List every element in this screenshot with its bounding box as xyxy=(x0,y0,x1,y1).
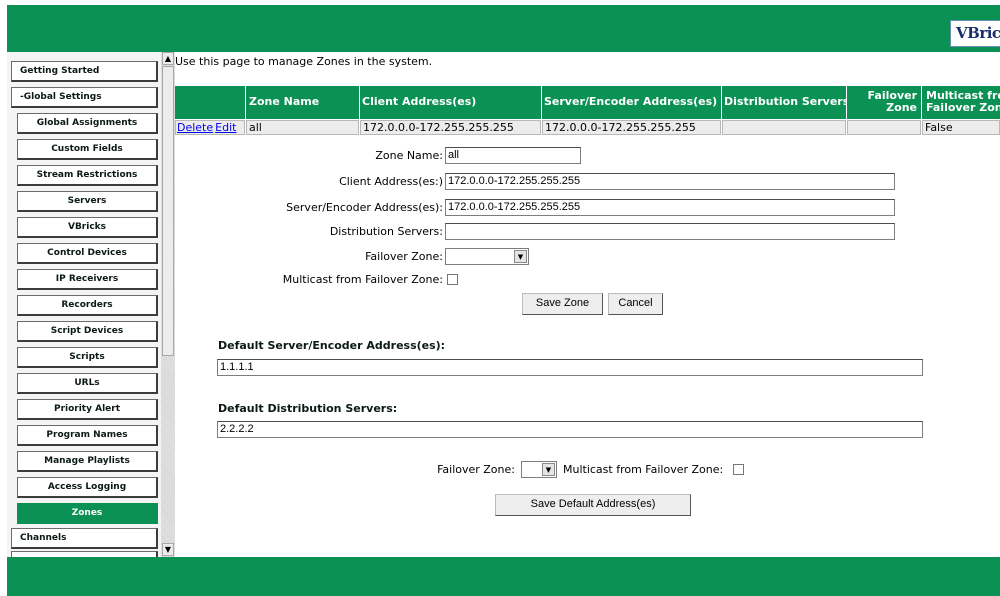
nav-control-devices[interactable]: Control Devices xyxy=(17,243,158,264)
cell-distribution-servers xyxy=(722,120,846,135)
th-zone-name: Zone Name xyxy=(246,86,359,119)
cell-failover-zone xyxy=(847,120,921,135)
nav-ip-receivers[interactable]: IP Receivers xyxy=(17,269,158,290)
header-bar: VBricks xyxy=(7,5,1000,52)
default-distribution-input[interactable]: 2.2.2.2 xyxy=(217,421,923,438)
cancel-button[interactable]: Cancel xyxy=(608,293,663,315)
scrollbar-thumb[interactable] xyxy=(162,66,174,356)
zone-name-label: Zone Name: xyxy=(375,149,443,162)
table-header-actions xyxy=(175,86,245,119)
footer-bar xyxy=(7,557,1000,596)
nav-custom-fields[interactable]: Custom Fields xyxy=(17,139,158,160)
client-address-input[interactable]: 172.0.0.0-172.255.255.255 xyxy=(445,173,895,190)
cell-multicast: False xyxy=(922,120,1000,135)
delete-zone-link[interactable]: Delete xyxy=(177,121,213,134)
page-intro: Use this page to manage Zones in the sys… xyxy=(175,55,433,68)
nav-script-devices[interactable]: Script Devices xyxy=(17,321,158,342)
default-server-heading: Default Server/Encoder Address(es): xyxy=(218,339,446,352)
distribution-servers-input[interactable] xyxy=(445,223,895,240)
default-multicast-checkbox[interactable] xyxy=(733,464,744,475)
table-row-actions: Delete Edit xyxy=(175,120,245,135)
distribution-servers-label: Distribution Servers: xyxy=(329,225,443,238)
nav-priority-alert[interactable]: Priority Alert xyxy=(17,399,158,420)
default-failover-zone-label: Failover Zone: xyxy=(437,463,515,476)
nav-manage-playlists[interactable]: Manage Playlists xyxy=(17,451,158,472)
failover-zone-select[interactable]: ▼ xyxy=(445,248,529,265)
nav-stream-restrictions[interactable]: Stream Restrictions xyxy=(17,165,158,186)
multicast-label: Multicast from Failover Zone: xyxy=(282,273,443,286)
nav-getting-started[interactable]: Getting Started xyxy=(11,61,158,82)
zone-name-input[interactable]: all xyxy=(445,147,581,164)
cell-server-address: 172.0.0.0-172.255.255.255 xyxy=(542,120,721,135)
save-zone-button[interactable]: Save Zone xyxy=(522,293,603,315)
th-failover-zone-line2: Zone xyxy=(886,101,917,114)
nav-servers[interactable]: Servers xyxy=(17,191,158,212)
th-server-address: Server/Encoder Address(es) xyxy=(542,86,721,119)
server-address-input[interactable]: 172.0.0.0-172.255.255.255 xyxy=(445,199,895,216)
vbrick-logo: VBricks xyxy=(950,20,1000,47)
th-distribution-servers: Distribution Servers xyxy=(722,86,846,119)
nav-scripts[interactable]: Scripts xyxy=(17,347,158,368)
failover-zone-label: Failover Zone: xyxy=(365,250,443,263)
nav-global-settings[interactable]: -Global Settings xyxy=(11,87,158,108)
cell-zone-name: all xyxy=(246,120,359,135)
th-multicast: Multicast from Failover Zone xyxy=(922,86,1000,119)
scroll-up-icon[interactable]: ▲ xyxy=(162,52,174,65)
edit-zone-link[interactable]: Edit xyxy=(215,121,236,134)
th-multicast-line2: Failover Zone xyxy=(926,101,1000,114)
nav-vbricks[interactable]: VBricks xyxy=(17,217,158,238)
scroll-down-icon[interactable]: ▼ xyxy=(162,543,174,556)
chevron-down-icon[interactable]: ▼ xyxy=(542,463,555,476)
nav-global-assignments[interactable]: Global Assignments xyxy=(17,113,158,134)
nav-access-logging[interactable]: Access Logging xyxy=(17,477,158,498)
default-failover-zone-select[interactable]: ▼ xyxy=(521,461,557,478)
th-failover-zone: Failover Zone xyxy=(847,86,921,119)
server-address-label: Server/Encoder Address(es): xyxy=(286,201,443,214)
default-server-input[interactable]: 1.1.1.1 xyxy=(217,359,923,376)
client-address-label: Client Address(es:) xyxy=(339,175,443,188)
cell-client-address: 172.0.0.0-172.255.255.255 xyxy=(360,120,541,135)
default-multicast-label: Multicast from Failover Zone: xyxy=(563,463,724,476)
nav-channels[interactable]: Channels xyxy=(11,528,158,549)
zones-table: Zone Name Client Address(es) Server/Enco… xyxy=(175,86,1000,137)
th-client-address: Client Address(es) xyxy=(360,86,541,119)
chevron-down-icon[interactable]: ▼ xyxy=(514,250,527,263)
default-distribution-heading: Default Distribution Servers: xyxy=(218,402,398,415)
save-default-addresses-button[interactable]: Save Default Address(es) xyxy=(495,494,691,516)
nav-zones[interactable]: Zones xyxy=(17,503,158,524)
nav-program-names[interactable]: Program Names xyxy=(17,425,158,446)
multicast-checkbox[interactable] xyxy=(447,274,458,285)
nav-recorders[interactable]: Recorders xyxy=(17,295,158,316)
nav-urls[interactable]: URLs xyxy=(17,373,158,394)
